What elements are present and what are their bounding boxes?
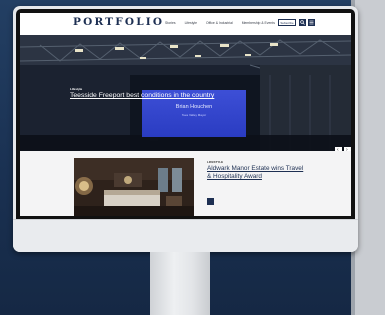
nav-item-stories[interactable]: Stories bbox=[165, 21, 176, 25]
search-icon bbox=[300, 20, 305, 25]
stage-speaker-name: Brian Houchen bbox=[175, 104, 213, 110]
hotel-room-photo bbox=[74, 158, 194, 216]
monitor-chin bbox=[13, 220, 358, 252]
nav-item-lifestyle[interactable]: Lifestyle bbox=[185, 21, 197, 25]
featured-article-headline-link[interactable]: Aldwark Manor Estate wins Travel & Hospi… bbox=[207, 165, 307, 181]
backdrop-wall bbox=[355, 0, 385, 315]
nav-item-membership-events[interactable]: Membership & Events bbox=[242, 21, 275, 25]
menu-icon bbox=[309, 20, 314, 25]
hero-category[interactable]: Lifestyle bbox=[70, 87, 82, 91]
hero-banner[interactable]: Brian Houchen Tees Valley Mayor Lifestyl… bbox=[20, 35, 351, 151]
hero-headline-link[interactable]: Teesside Freeport best conditions in the… bbox=[70, 92, 214, 99]
main-nav: Stories Lifestyle Office & Industrial Me… bbox=[165, 21, 275, 25]
website-screen: PORTFOLIO Stories Lifestyle Office & Ind… bbox=[20, 13, 351, 216]
nav-item-office-industrial[interactable]: Office & Industrial bbox=[206, 21, 233, 25]
featured-article-image[interactable] bbox=[74, 158, 194, 216]
featured-article-category[interactable]: LIFESTYLE bbox=[207, 160, 223, 164]
read-more-button[interactable] bbox=[207, 198, 214, 205]
featured-article: LIFESTYLE Aldwark Manor Estate wins Trav… bbox=[20, 151, 351, 216]
search-button[interactable] bbox=[299, 19, 306, 26]
site-header: PORTFOLIO Stories Lifestyle Office & Ind… bbox=[20, 13, 351, 35]
stage-speaker-role: Tees Valley Mayor bbox=[181, 113, 207, 117]
monitor-stand bbox=[150, 252, 210, 315]
subscribe-button[interactable]: Subscribe bbox=[278, 19, 296, 26]
site-logo[interactable]: PORTFOLIO bbox=[73, 16, 164, 28]
menu-button[interactable] bbox=[308, 19, 315, 26]
